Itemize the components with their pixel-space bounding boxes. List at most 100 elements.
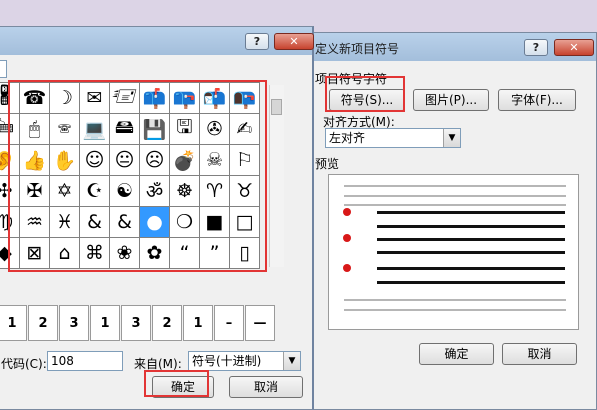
symbol-cell[interactable]: ❍: [170, 207, 199, 237]
symbol-cell[interactable]: 👍: [20, 145, 49, 175]
recent-symbol-cell[interactable]: 3: [59, 305, 89, 341]
recent-symbol-cell[interactable]: 2: [152, 305, 182, 341]
recent-symbol-cell[interactable]: 2: [28, 305, 58, 341]
symbol-button[interactable]: 符号(S)...: [329, 89, 405, 111]
symbol-cell[interactable]: &: [110, 207, 139, 237]
chevron-down-icon[interactable]: ▼: [443, 129, 460, 147]
symbol-cell[interactable]: ☎: [20, 83, 49, 113]
font-button[interactable]: 字体(F)...: [498, 89, 576, 111]
symbol-cell[interactable]: 📪: [170, 83, 199, 113]
symbol-cell[interactable]: ☹: [140, 145, 169, 175]
cancel-button[interactable]: 取消: [502, 343, 577, 365]
symbol-cell[interactable]: ✣: [0, 176, 19, 206]
preview-box: [328, 174, 579, 330]
symbol-grid-frame: 🖁 ☎ ☽ ✉ 🖅 📫 📪 📬 📭 🖮 🖱 🕾 💻 🖴 💾 🖫 ✇ ✍ 👂 👍 ✋ ☺ 😐 ☹ 💣 ☠ ⚐ ✣ ✠ ✡ ☪ ☯ ॐ ☸ ♈ ♉ ♍ ♒ ♓ &…: [0, 27, 287, 297]
from-select[interactable]: 符号(十进制) ▼: [188, 351, 301, 371]
symbol-cell[interactable]: “: [170, 238, 199, 268]
bullet-character-group-label: 项目符号字符: [315, 72, 388, 86]
bullet-dot: [343, 264, 351, 272]
symbol-cell[interactable]: ✍: [230, 114, 259, 144]
symbol-cell[interactable]: ”: [200, 238, 229, 268]
symbol-cell[interactable]: ☸: [170, 176, 199, 206]
preview-gray-line: [344, 204, 566, 206]
symbol-cell[interactable]: 💣: [170, 145, 199, 175]
picture-button[interactable]: 图片(P)...: [413, 89, 489, 111]
symbol-cell[interactable]: ☯: [110, 176, 139, 206]
symbol-dialog: ? ✕ 🖁 ☎ ☽ ✉ 🖅 📫 📪 📬 📭 🖮 🖱 🕾 💻 🖴 💾 🖫 ✇ ✍ 👂 👍 ✋ ☺ 😐 ☹ 💣 ☠ ⚐ ✣ ✠ ✡ ☪ ☯ ॐ ☸ ♈ ♉…: [0, 26, 314, 410]
close-button[interactable]: ✕: [554, 39, 594, 56]
recent-symbol-cell[interactable]: —: [245, 305, 275, 341]
symbol-cell[interactable]: ♓: [50, 207, 79, 237]
symbol-cell[interactable]: ♍: [0, 207, 19, 237]
alignment-select[interactable]: 左对齐 ▼: [325, 128, 461, 148]
symbol-cell[interactable]: 🖅: [110, 83, 139, 113]
symbol-cell[interactable]: ✋: [50, 145, 79, 175]
preview-black-line: [377, 238, 565, 241]
symbol-cell[interactable]: 🖴: [110, 114, 139, 144]
preview-gray-line: [344, 195, 566, 197]
symbol-cell[interactable]: ♒: [20, 207, 49, 237]
scroll-thumb[interactable]: [271, 99, 282, 115]
symbol-cell[interactable]: ❀: [110, 238, 139, 268]
symbol-cell-selected[interactable]: ●: [140, 207, 169, 237]
symbol-cell[interactable]: ♈: [200, 176, 229, 206]
cancel-button[interactable]: 取消: [229, 376, 303, 398]
symbol-cell[interactable]: 😐: [110, 145, 139, 175]
symbol-cell[interactable]: 🖁: [0, 83, 19, 113]
symbol-cell[interactable]: ✇: [200, 114, 229, 144]
symbol-cell[interactable]: &: [80, 207, 109, 237]
recent-symbol-cell[interactable]: 1: [90, 305, 120, 341]
symbol-cell[interactable]: 💻: [80, 114, 109, 144]
preview-gray-line: [344, 299, 566, 301]
recent-symbol-cell[interactable]: 1: [183, 305, 213, 341]
symbol-cell[interactable]: ☪: [80, 176, 109, 206]
symbol-cell[interactable]: 🖱: [20, 114, 49, 144]
bullet-dot: [343, 234, 351, 242]
symbol-cell[interactable]: 📭: [230, 83, 259, 113]
symbol-cell[interactable]: □: [230, 207, 259, 237]
from-label: 来自(M):: [134, 357, 182, 371]
symbol-cell[interactable]: ✡: [50, 176, 79, 206]
recent-symbol-cell[interactable]: 3: [121, 305, 151, 341]
symbol-cell[interactable]: 🖮: [0, 114, 19, 144]
symbol-cell[interactable]: 👂: [0, 145, 19, 175]
symbol-cell[interactable]: ☺: [80, 145, 109, 175]
char-code-label: 代码(C):: [1, 357, 47, 371]
symbol-cell[interactable]: ⚐: [230, 145, 259, 175]
symbol-cell[interactable]: ▯: [230, 238, 259, 268]
chevron-down-icon[interactable]: ▼: [283, 352, 300, 370]
symbol-cell[interactable]: 📬: [200, 83, 229, 113]
preview-label: 预览: [315, 157, 340, 171]
symbol-cell[interactable]: ⊠: [20, 238, 49, 268]
symbol-cell[interactable]: 💾: [140, 114, 169, 144]
symbol-cell[interactable]: 🕾: [50, 114, 79, 144]
define-bullet-title: 定义新项目符号: [315, 42, 400, 56]
symbol-cell[interactable]: 📫: [140, 83, 169, 113]
symbol-grid-scrollbar[interactable]: [269, 85, 284, 267]
symbol-cell[interactable]: ✿: [140, 238, 169, 268]
symbol-cell[interactable]: ⌂: [50, 238, 79, 268]
symbol-cell[interactable]: ♉: [230, 176, 259, 206]
symbol-cell[interactable]: ✉: [80, 83, 109, 113]
alignment-value: 左对齐: [329, 131, 366, 145]
symbol-cell[interactable]: ◆: [0, 238, 19, 268]
recent-symbol-cell[interactable]: –: [214, 305, 244, 341]
symbol-cell[interactable]: ☠: [200, 145, 229, 175]
symbol-cell[interactable]: ☽: [50, 83, 79, 113]
recent-symbol-cell[interactable]: 1: [0, 305, 27, 341]
symbol-grid: 🖁 ☎ ☽ ✉ 🖅 📫 📪 📬 📭 🖮 🖱 🕾 💻 🖴 💾 🖫 ✇ ✍ 👂 👍 ✋ ☺ 😐 ☹ 💣 ☠ ⚐ ✣ ✠ ✡ ☪ ☯ ॐ ☸ ♈ ♉ ♍ ♒ ♓ &…: [0, 82, 260, 269]
from-value: 符号(十进制): [192, 354, 262, 368]
preview-gray-line: [344, 185, 566, 187]
symbol-cell[interactable]: ✠: [20, 176, 49, 206]
char-code-input[interactable]: 108: [47, 351, 123, 371]
symbol-cell[interactable]: ■: [200, 207, 229, 237]
symbol-cell[interactable]: ⌘: [80, 238, 109, 268]
symbol-cell[interactable]: ॐ: [140, 176, 169, 206]
symbol-cell[interactable]: 🖫: [170, 114, 199, 144]
help-button[interactable]: ?: [524, 39, 548, 56]
preview-black-line: [377, 225, 565, 228]
define-bullet-titlebar: 定义新项目符号 ? ✕: [311, 33, 596, 61]
ok-button[interactable]: 确定: [152, 376, 214, 398]
ok-button[interactable]: 确定: [419, 343, 494, 365]
preview-black-line: [377, 211, 565, 214]
